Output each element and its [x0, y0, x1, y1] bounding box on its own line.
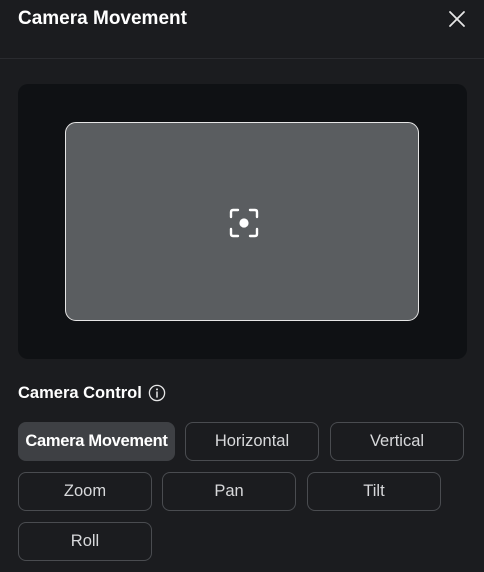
camera-frame[interactable] [65, 122, 419, 321]
dialog-title: Camera Movement [18, 8, 187, 29]
close-icon [449, 11, 465, 27]
option-zoom[interactable]: Zoom [18, 472, 152, 511]
camera-movement-dialog: Camera Movement Camera Control Camera Mo… [0, 0, 484, 572]
close-button[interactable] [446, 8, 468, 30]
option-roll[interactable]: Roll [18, 522, 152, 561]
dialog-header: Camera Movement [0, 0, 484, 59]
option-tilt[interactable]: Tilt [307, 472, 441, 511]
option-vertical[interactable]: Vertical [330, 422, 464, 461]
option-horizontal[interactable]: Horizontal [185, 422, 319, 461]
option-camera-movement[interactable]: Camera Movement [18, 422, 175, 461]
option-pan[interactable]: Pan [162, 472, 296, 511]
camera-control-section-label: Camera Control [18, 383, 166, 403]
info-icon[interactable] [148, 384, 166, 402]
camera-control-label: Camera Control [18, 384, 142, 402]
camera-preview-area [18, 84, 467, 359]
focus-target-icon [229, 208, 259, 238]
